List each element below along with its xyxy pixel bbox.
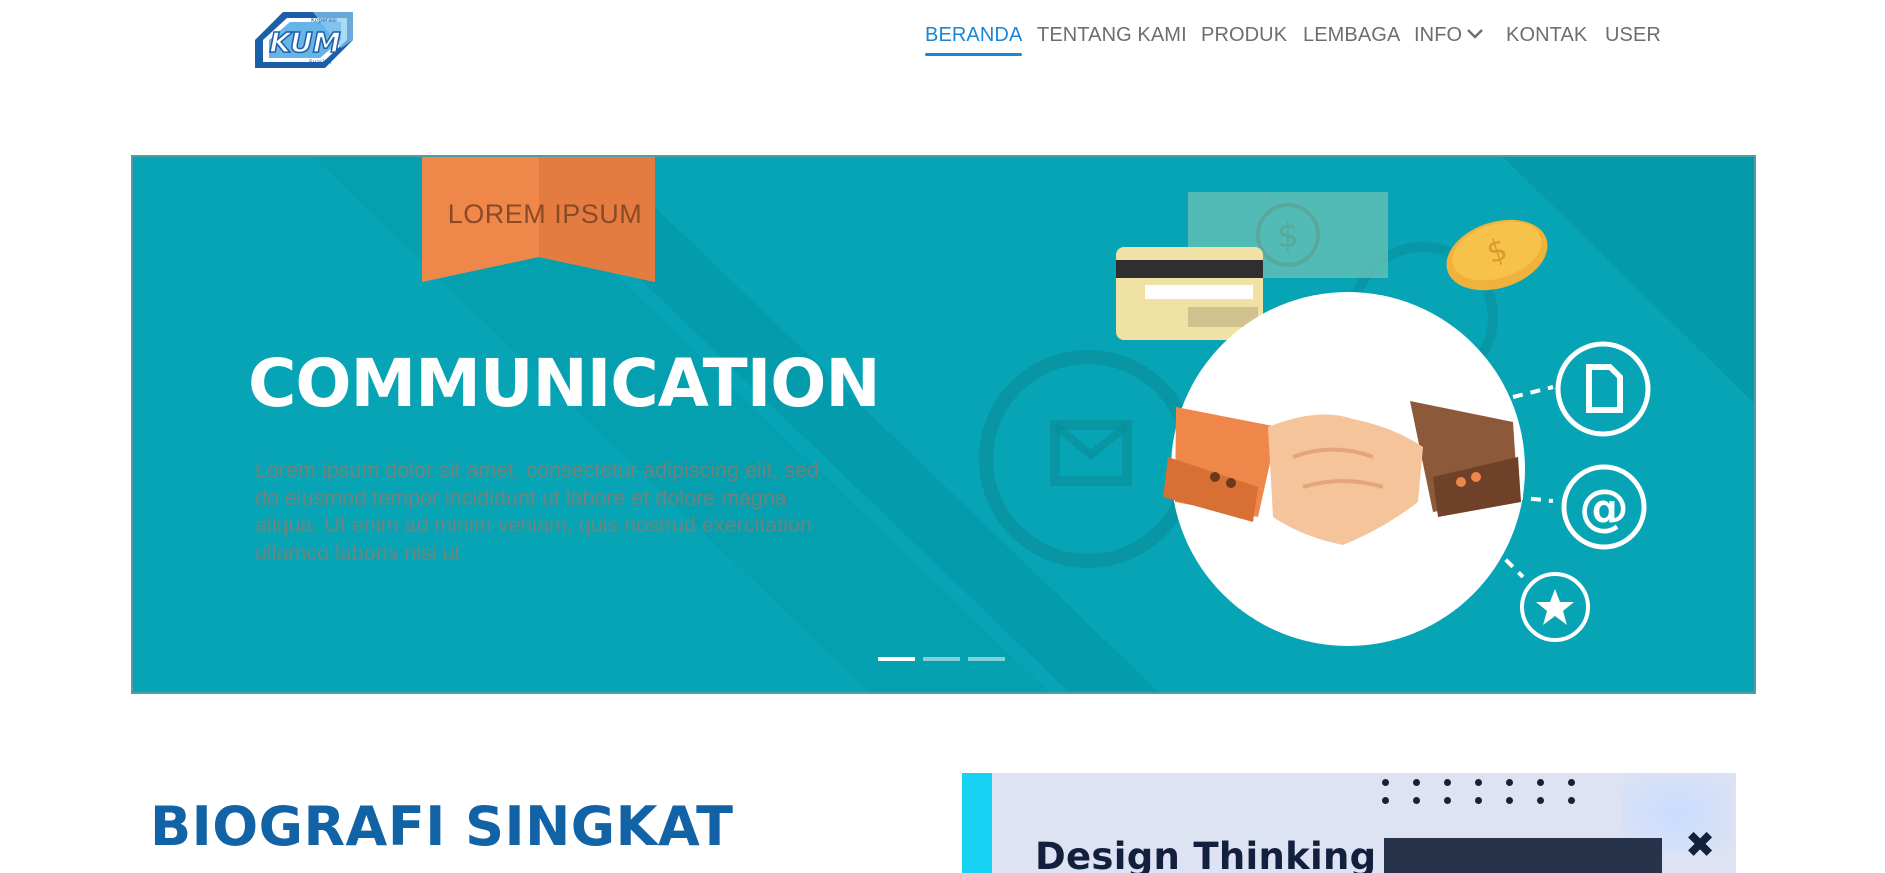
slider-indicator-1[interactable]: [878, 657, 915, 661]
close-icon[interactable]: ✖: [1685, 828, 1715, 864]
hero-paragraph: Lorem ipsum dolor sit amet, consectetur …: [255, 458, 820, 565]
nav-item-kontak[interactable]: KONTAK: [1506, 24, 1587, 47]
chevron-down-icon: [1467, 29, 1484, 39]
nav-item-lembaga[interactable]: LEMBAGA: [1303, 24, 1400, 47]
svg-text:$: $: [1277, 216, 1299, 256]
main-nav: BERANDA TENTANG KAMI PRODUK LEMBAGA INFO…: [0, 24, 1885, 58]
credit-card-icon: [1116, 247, 1263, 340]
hero-ribbon-text: LOREM IPSUM: [447, 199, 643, 229]
nav-item-produk[interactable]: PRODUK: [1201, 24, 1287, 47]
hero-title: COMMUNICATION: [248, 345, 881, 422]
handshake-icon: [1163, 292, 1525, 646]
promo-dot: [1537, 797, 1544, 804]
promo-dot: [1382, 797, 1389, 804]
promo-dot: [1413, 779, 1420, 786]
hero-slider: $ $ @ LOREM IPSUM COMMUNICATION Lorem ip…: [131, 155, 1756, 694]
coin-icon: $: [1446, 219, 1548, 291]
at-icon: @: [1561, 464, 1647, 550]
promo-dot: [1413, 797, 1420, 804]
svg-text:Koperasi: Koperasi: [311, 17, 337, 24]
promo-dot: [1537, 779, 1544, 786]
nav-item-tentang-kami[interactable]: TENTANG KAMI: [1037, 24, 1187, 47]
promo-title: Design Thinking: [1035, 835, 1377, 873]
promo-photo: [1384, 838, 1662, 873]
svg-text:@: @: [1579, 479, 1629, 537]
promo-dot: [1568, 779, 1575, 786]
promo-dot: [1444, 797, 1451, 804]
hero-illustration: $ $ @: [313, 157, 1754, 692]
promo-dot: [1568, 797, 1575, 804]
promo-card[interactable]: Design Thinking ✖: [962, 773, 1736, 873]
promo-dot: [1475, 779, 1482, 786]
promo-dot: [1506, 797, 1513, 804]
promo-dot: [1506, 779, 1513, 786]
nav-item-info-label: INFO: [1414, 24, 1463, 46]
section-title: BIOGRAFI SINGKAT: [150, 795, 734, 858]
promo-dot: [1444, 779, 1451, 786]
document-icon: [1555, 341, 1651, 437]
svg-text:Syariah: Syariah: [309, 59, 332, 66]
nav-item-beranda[interactable]: BERANDA: [925, 24, 1023, 56]
star-icon: [1520, 572, 1590, 642]
nav-item-info[interactable]: INFO: [1414, 24, 1484, 47]
promo-dot: [1475, 797, 1482, 804]
promo-dot: [1382, 779, 1389, 786]
promo-accent-strip: [962, 773, 992, 873]
nav-item-user[interactable]: USER: [1605, 24, 1661, 47]
slider-indicator-2[interactable]: [923, 657, 960, 661]
slider-indicator-3[interactable]: [968, 657, 1005, 661]
